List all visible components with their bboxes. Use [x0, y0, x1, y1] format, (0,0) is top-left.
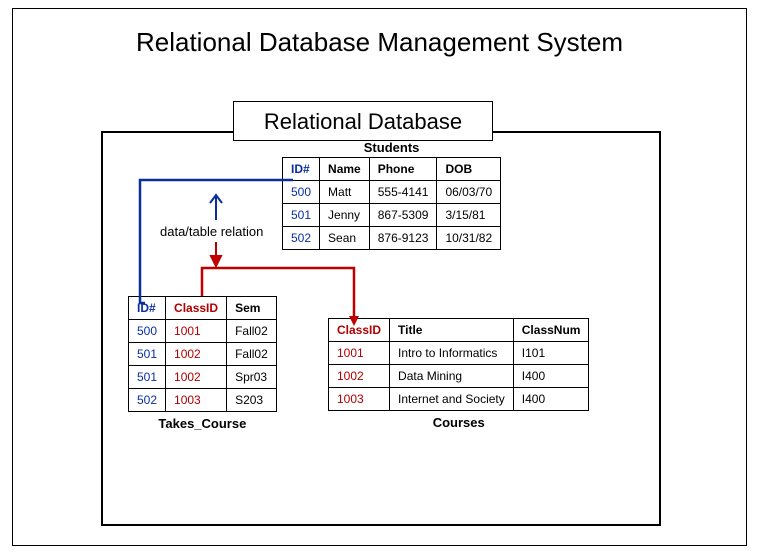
- cell-id: 502: [129, 389, 166, 412]
- outer-frame: Relational Database Management System Re…: [12, 8, 747, 546]
- table-row: 502 Sean 876-9123 10/31/82: [283, 227, 501, 250]
- cell-title: Data Mining: [390, 365, 514, 388]
- cell-sem: S203: [227, 389, 277, 412]
- table-header-row: ClassID Title ClassNum: [329, 319, 589, 342]
- cell-classnum: I101: [513, 342, 589, 365]
- cell-name: Jenny: [320, 204, 370, 227]
- cell-id: 501: [129, 366, 166, 389]
- relation-label: data/table relation: [160, 224, 263, 239]
- students-table: ID# Name Phone DOB 500 Matt 555-4141 06/…: [282, 157, 501, 250]
- cell-title: Intro to Informatics: [390, 342, 514, 365]
- table-row: 500 Matt 555-4141 06/03/70: [283, 181, 501, 204]
- students-title: Students: [282, 140, 501, 155]
- cell-sem: Fall02: [227, 343, 277, 366]
- table-row: 1002 Data Mining I400: [329, 365, 589, 388]
- table-row: 502 1003 S203: [129, 389, 277, 412]
- col-id: ID#: [283, 158, 320, 181]
- cell-id: 501: [129, 343, 166, 366]
- col-dob: DOB: [437, 158, 501, 181]
- courses-table: ClassID Title ClassNum 1001 Intro to Inf…: [328, 318, 589, 411]
- table-row: 1003 Internet and Society I400: [329, 388, 589, 411]
- table-row: 501 Jenny 867-5309 3/15/81: [283, 204, 501, 227]
- cell-sem: Fall02: [227, 320, 277, 343]
- col-classid: ClassID: [166, 297, 227, 320]
- col-title: Title: [390, 319, 514, 342]
- cell-id: 501: [283, 204, 320, 227]
- cell-classid: 1002: [166, 343, 227, 366]
- table-row: 1001 Intro to Informatics I101: [329, 342, 589, 365]
- cell-classid: 1001: [329, 342, 390, 365]
- table-row: 501 1002 Spr03: [129, 366, 277, 389]
- table-header-row: ID# Name Phone DOB: [283, 158, 501, 181]
- table-row: 500 1001 Fall02: [129, 320, 277, 343]
- courses-title: Courses: [328, 415, 589, 430]
- col-id: ID#: [129, 297, 166, 320]
- subtitle-box: Relational Database: [233, 101, 493, 141]
- col-classnum: ClassNum: [513, 319, 589, 342]
- cell-dob: 3/15/81: [437, 204, 501, 227]
- cell-sem: Spr03: [227, 366, 277, 389]
- takes-course-table-block: ID# ClassID Sem 500 1001 Fall02 501 1002…: [128, 296, 277, 433]
- table-header-row: ID# ClassID Sem: [129, 297, 277, 320]
- courses-table-block: ClassID Title ClassNum 1001 Intro to Inf…: [328, 318, 589, 432]
- main-title: Relational Database Management System: [13, 27, 746, 58]
- cell-classid: 1001: [166, 320, 227, 343]
- col-classid: ClassID: [329, 319, 390, 342]
- cell-id: 500: [283, 181, 320, 204]
- cell-title: Internet and Society: [390, 388, 514, 411]
- takes-course-title: Takes_Course: [128, 416, 277, 431]
- cell-id: 500: [129, 320, 166, 343]
- cell-phone: 555-4141: [369, 181, 437, 204]
- cell-classid: 1003: [329, 388, 390, 411]
- cell-classid: 1003: [166, 389, 227, 412]
- cell-phone: 876-9123: [369, 227, 437, 250]
- students-table-block: Students ID# Name Phone DOB 500 Matt 555…: [282, 140, 501, 250]
- col-name: Name: [320, 158, 370, 181]
- cell-classid: 1002: [166, 366, 227, 389]
- cell-dob: 06/03/70: [437, 181, 501, 204]
- cell-name: Sean: [320, 227, 370, 250]
- cell-classnum: I400: [513, 365, 589, 388]
- cell-name: Matt: [320, 181, 370, 204]
- cell-phone: 867-5309: [369, 204, 437, 227]
- cell-classid: 1002: [329, 365, 390, 388]
- cell-dob: 10/31/82: [437, 227, 501, 250]
- col-phone: Phone: [369, 158, 437, 181]
- cell-id: 502: [283, 227, 320, 250]
- col-sem: Sem: [227, 297, 277, 320]
- takes-course-table: ID# ClassID Sem 500 1001 Fall02 501 1002…: [128, 296, 277, 412]
- cell-classnum: I400: [513, 388, 589, 411]
- table-row: 501 1002 Fall02: [129, 343, 277, 366]
